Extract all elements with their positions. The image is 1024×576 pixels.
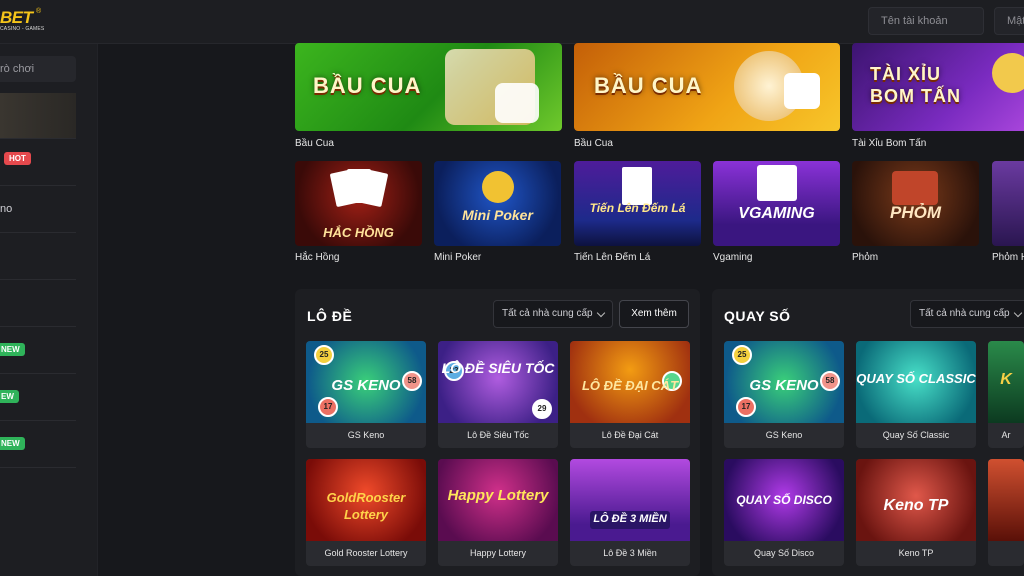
game-thumb-phom[interactable]: PHỎM <box>852 161 979 246</box>
top-bar: BET ® CASINO - GAMES <box>0 0 1024 44</box>
card-art-text: K <box>1000 371 1012 388</box>
quay-so-section: QUAY SỐ Tất cả nhà cung cấp 25 58 17 GS … <box>712 289 1024 576</box>
game-caption[interactable]: Phỏm H <box>992 252 1024 263</box>
provider-select[interactable]: Tất cả nhà cung cấp <box>493 300 613 328</box>
card-label: Keno TP <box>898 548 934 558</box>
sidebar-item-3[interactable]: no <box>0 187 76 233</box>
card-label: Lô Đề 3 Miền <box>603 548 657 558</box>
card-label <box>988 541 1024 566</box>
thumb-art-text: Tiến Lên Đếm Lá <box>589 201 686 215</box>
game-card-gs-keno[interactable]: 25 58 17 GS KENO GS Keno <box>724 341 844 448</box>
provider-select[interactable]: Tất cả nhà cung cấp <box>910 300 1024 328</box>
thumb-art-text: HẮC HỒNG <box>323 225 394 240</box>
chevron-down-icon <box>596 308 606 318</box>
card-art-text: GS KENO <box>749 377 819 394</box>
game-banner-bau-cua-2[interactable]: BẦU CUA <box>574 43 840 131</box>
game-caption[interactable]: Bầu Cua <box>574 138 613 149</box>
card-art-text: GoldRooster Lottery <box>326 490 406 522</box>
sidebar-item-6[interactable]: NEW <box>0 328 76 374</box>
game-card-quay-so-classic[interactable]: QUAY SỐ CLASSIC Quay Số Classic <box>856 341 976 448</box>
game-caption[interactable]: Phỏm <box>852 252 878 263</box>
game-thumb-mini-poker[interactable]: Mini Poker <box>434 161 561 246</box>
banner-art-text: TÀI XỈU BOM TẤN <box>870 64 961 106</box>
password-input[interactable] <box>994 7 1024 35</box>
card-label: GS Keno <box>347 430 385 440</box>
game-caption[interactable]: Tiến Lên Đếm Lá <box>574 252 650 263</box>
new-badge: EW <box>0 390 19 403</box>
card-label: GS Keno <box>765 430 803 440</box>
provider-select-value: Tất cả nhà cung cấp <box>919 308 1010 319</box>
card-label: Happy Lottery <box>469 548 527 558</box>
card-art-text: QUAY SỐ CLASSIC <box>856 371 976 386</box>
game-caption[interactable]: Mini Poker <box>434 252 481 263</box>
chevron-down-icon <box>1013 308 1023 318</box>
card-label: Quay Số Disco <box>753 548 815 558</box>
sidebar-item-2[interactable]: HOT <box>0 140 76 186</box>
banner-art-text: BẦU CUA <box>594 73 703 98</box>
game-caption[interactable]: Tài Xỉu Bom Tấn <box>852 138 926 149</box>
game-thumb-vgaming[interactable]: VGAMING <box>713 161 840 246</box>
game-card-partial[interactable]: K Ar <box>988 341 1024 448</box>
game-caption[interactable]: Hắc Hồng <box>295 252 339 263</box>
game-thumb-phom-h[interactable] <box>992 161 1024 246</box>
sidebar-item-5[interactable] <box>0 281 76 327</box>
card-art-text: LÔ ĐỀ 3 MIỀN <box>593 513 667 525</box>
sidebar-item-1[interactable] <box>0 93 76 139</box>
card-label: Quay Số Classic <box>882 430 950 440</box>
game-caption[interactable]: Vgaming <box>713 252 752 263</box>
card-art-text: LÔ ĐỀ SIÊU TỐC <box>441 360 555 376</box>
sidebar-item-label: no <box>0 203 13 215</box>
lo-de-section: LÔ ĐỀ Tất cả nhà cung cấp Xem thêm 25 58… <box>295 289 700 576</box>
username-input[interactable] <box>868 7 984 35</box>
card-art-text: Keno TP <box>883 497 949 514</box>
card-label: Ar <box>1001 430 1011 440</box>
game-caption[interactable]: Bầu Cua <box>295 138 334 149</box>
thumb-art-text: Mini Poker <box>462 207 533 223</box>
logo-subtitle: CASINO - GAMES <box>0 26 45 32</box>
logo-registered-mark: ® <box>36 8 42 15</box>
card-art-text: Happy Lottery <box>447 487 549 504</box>
game-thumb-hac-hong[interactable]: HẮC HỒNG <box>295 161 422 246</box>
thumb-art-text: VGAMING <box>738 205 815 222</box>
thumb-art-text: PHỎM <box>890 203 941 222</box>
game-card-lo-de-3-mien[interactable]: LÔ ĐỀ 3 MIỀN Lô Đề 3 Miền <box>570 459 690 566</box>
card-label: Lô Đề Đại Cát <box>601 430 659 440</box>
logo-text: BET <box>0 8 33 27</box>
game-card-lo-de-dai-cat[interactable]: LÔ ĐỀ ĐẠI CÁT Lô Đề Đại Cát <box>570 341 690 448</box>
game-card-happy-lottery[interactable]: Happy Lottery Happy Lottery <box>438 459 558 566</box>
sidebar-item-7[interactable]: EW <box>0 375 76 421</box>
game-banner-bau-cua-1[interactable]: BẦU CUA <box>295 43 562 131</box>
sidebar-item-8[interactable]: NEW <box>0 422 76 468</box>
sidebar-item-4[interactable] <box>0 234 76 280</box>
game-card-lo-de-sieu-toc[interactable]: 23 29 LÔ ĐỀ SIÊU TỐC Lô Đề Siêu Tốc <box>438 341 558 448</box>
banner-art-text: BẦU CUA <box>313 73 422 98</box>
card-art-text: QUAY SỐ DISCO <box>736 493 832 507</box>
card-label: Lô Đề Siêu Tốc <box>467 430 529 440</box>
game-banner-tai-xiu[interactable]: TÀI XỈU BOM TẤN <box>852 43 1024 131</box>
new-badge: NEW <box>0 437 25 450</box>
game-card-gs-keno[interactable]: 25 58 17 GS KENO GS Keno <box>306 341 426 448</box>
card-label: Gold Rooster Lottery <box>324 548 408 558</box>
site-logo[interactable]: BET ® CASINO - GAMES <box>0 8 50 36</box>
card-art-text: GS KENO <box>331 377 401 394</box>
hot-badge: HOT <box>4 152 31 165</box>
game-card-gold-rooster[interactable]: GoldRooster Lottery Gold Rooster Lottery <box>306 459 426 566</box>
section-title: LÔ ĐỀ <box>307 308 353 324</box>
section-title: QUAY SỐ <box>724 308 791 324</box>
sidebar-search-input[interactable]: rò chơi <box>0 56 76 82</box>
provider-select-value: Tất cả nhà cung cấp <box>502 308 593 319</box>
new-badge: NEW <box>0 343 25 356</box>
see-more-button[interactable]: Xem thêm <box>619 300 689 328</box>
card-art-text: LÔ ĐỀ ĐẠI CÁT <box>581 378 679 393</box>
game-card-quay-so-disco[interactable]: QUAY SỐ DISCO Quay Số Disco <box>724 459 844 566</box>
game-card-keno-tp[interactable]: Keno TP Keno TP <box>856 459 976 566</box>
game-thumb-tien-len[interactable]: Tiến Lên Đếm Lá <box>574 161 701 246</box>
sidebar: rò chơi HOT no NEW EW NEW <box>0 44 98 576</box>
game-card-partial[interactable] <box>988 459 1024 566</box>
